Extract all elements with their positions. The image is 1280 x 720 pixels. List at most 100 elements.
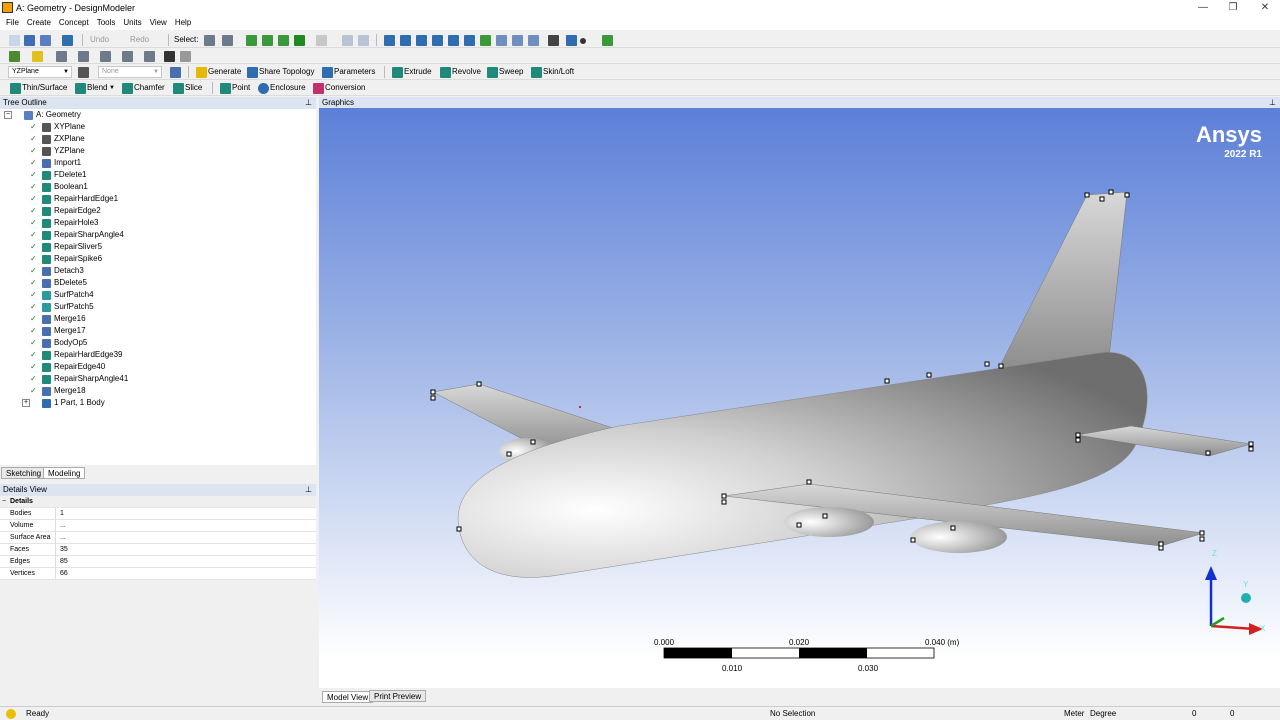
zoom-fit-icon[interactable]: [448, 35, 459, 46]
redo-button[interactable]: Redo: [130, 34, 149, 46]
slice-button[interactable]: Slice: [185, 82, 202, 94]
select-points-icon[interactable]: [246, 35, 257, 46]
details-row[interactable]: Surface Area...: [0, 532, 316, 544]
wireframe-icon[interactable]: [164, 51, 175, 62]
fuselage[interactable]: [457, 352, 1148, 578]
plane-select[interactable]: YZPlane ▼: [8, 66, 72, 78]
menu-units[interactable]: Units: [119, 16, 145, 30]
chamfer-button[interactable]: Chamfer: [134, 82, 165, 94]
tab-modeling[interactable]: Modeling: [43, 467, 86, 479]
details-row[interactable]: Vertices 66: [0, 568, 316, 580]
airplane-model[interactable]: [319, 108, 1280, 688]
thin-surface-icon[interactable]: [10, 83, 21, 94]
status-angle[interactable]: Degree: [1090, 707, 1116, 720]
normal-to-icon[interactable]: [548, 35, 559, 46]
blend-button[interactable]: Blend: [87, 82, 107, 94]
undo-button[interactable]: Undo: [90, 34, 109, 46]
maximize-button[interactable]: ❐: [1218, 0, 1248, 16]
tab-model-view[interactable]: Model View: [322, 691, 374, 703]
rotate-icon[interactable]: [384, 35, 395, 46]
edge-coloring-icon[interactable]: [122, 51, 133, 62]
extrude-icon[interactable]: [392, 67, 403, 78]
menu-file[interactable]: File: [0, 16, 23, 30]
select-edges-icon[interactable]: [262, 35, 273, 46]
engine-outer-right[interactable]: [911, 521, 1007, 553]
generate-icon[interactable]: [196, 67, 207, 78]
magnifier-icon[interactable]: [480, 35, 491, 46]
shade-icon[interactable]: [32, 51, 43, 62]
zoom-box-icon[interactable]: [432, 35, 443, 46]
extrude-button[interactable]: Extrude: [404, 66, 432, 78]
new-sketch-icon[interactable]: [170, 67, 181, 78]
tab-sketching[interactable]: Sketching: [1, 467, 47, 479]
zoom-icon[interactable]: [416, 35, 427, 46]
sweep-icon[interactable]: [487, 67, 498, 78]
select-mode-icon[interactable]: [204, 35, 215, 46]
revolve-icon[interactable]: [440, 67, 451, 78]
conversion-button[interactable]: Conversion: [325, 82, 365, 94]
select-all-icon[interactable]: [358, 35, 369, 46]
menu-concept[interactable]: Concept: [55, 16, 93, 30]
collapse-icon[interactable]: −: [2, 496, 6, 508]
details-row[interactable]: Bodies 1: [0, 508, 316, 520]
menu-help[interactable]: Help: [171, 16, 195, 30]
previous-view-icon[interactable]: [496, 35, 507, 46]
minimize-button[interactable]: —: [1188, 0, 1218, 16]
frame-icon[interactable]: [180, 51, 191, 62]
menu-view[interactable]: View: [146, 16, 171, 30]
point-icon[interactable]: [220, 83, 231, 94]
parameters-button[interactable]: Parameters: [334, 66, 375, 78]
isometric-view-icon[interactable]: [528, 35, 539, 46]
slice-icon[interactable]: [173, 83, 184, 94]
pan-icon[interactable]: [400, 35, 411, 46]
revolve-button[interactable]: Revolve: [452, 66, 481, 78]
menu-tools[interactable]: Tools: [93, 16, 120, 30]
display-model-icon[interactable]: [9, 51, 20, 62]
status-units[interactable]: Meter: [1064, 707, 1084, 720]
details-row[interactable]: Faces 35: [0, 544, 316, 556]
pin-icon[interactable]: ⊥: [305, 484, 312, 496]
tab-print-preview[interactable]: Print Preview: [369, 690, 427, 702]
graphics-viewport[interactable]: Ansys 2022 R1 0.000 0.020 0.040 (m) 0.01…: [319, 108, 1280, 688]
details-row[interactable]: Edges 85: [0, 556, 316, 568]
generate-button[interactable]: Generate: [208, 66, 241, 78]
vertex-display-icon[interactable]: [144, 51, 155, 62]
save-as-icon[interactable]: [40, 35, 51, 46]
engine-inner-right[interactable]: [784, 507, 874, 537]
box-select-icon[interactable]: [342, 35, 353, 46]
menu-create[interactable]: Create: [23, 16, 55, 30]
next-view-icon[interactable]: [512, 35, 523, 46]
select-bodies-icon[interactable]: [294, 35, 305, 46]
tail-fin[interactable]: [998, 191, 1128, 369]
blend-dropdown-icon[interactable]: ▼: [109, 82, 115, 94]
details-row[interactable]: Volume...: [0, 520, 316, 532]
conversion-icon[interactable]: [313, 83, 324, 94]
collapse-icon[interactable]: −: [4, 111, 12, 119]
sketch-select[interactable]: None ▼: [98, 66, 162, 78]
chamfer-icon[interactable]: [122, 83, 133, 94]
enclosure-icon[interactable]: [258, 83, 269, 94]
display-plane-icon[interactable]: [566, 35, 577, 46]
look-at-icon[interactable]: [602, 35, 613, 46]
parameters-icon[interactable]: [322, 67, 333, 78]
new-icon[interactable]: [9, 35, 20, 46]
select-faces-icon[interactable]: [278, 35, 289, 46]
screenshot-icon[interactable]: [62, 35, 73, 46]
close-button[interactable]: ✕: [1250, 0, 1280, 16]
pin-icon[interactable]: ⊥: [305, 97, 312, 109]
edge-display-icon[interactable]: [56, 51, 67, 62]
share-topology-icon[interactable]: [247, 67, 258, 78]
save-icon[interactable]: [24, 35, 35, 46]
sweep-button[interactable]: Sweep: [499, 66, 523, 78]
point-button[interactable]: Point: [232, 82, 250, 94]
display-points-icon[interactable]: [580, 38, 586, 44]
enclosure-button[interactable]: Enclosure: [270, 82, 306, 94]
thin-surface-button[interactable]: Thin/Surface: [22, 82, 67, 94]
edge-thickness-icon[interactable]: [78, 51, 89, 62]
expand-icon[interactable]: +: [22, 399, 30, 407]
extend-select-icon[interactable]: [316, 35, 327, 46]
skin-loft-icon[interactable]: [531, 67, 542, 78]
blend-icon[interactable]: [75, 83, 86, 94]
share-topology-button[interactable]: Share Topology: [259, 66, 314, 78]
skin-loft-button[interactable]: Skin/Loft: [543, 66, 574, 78]
